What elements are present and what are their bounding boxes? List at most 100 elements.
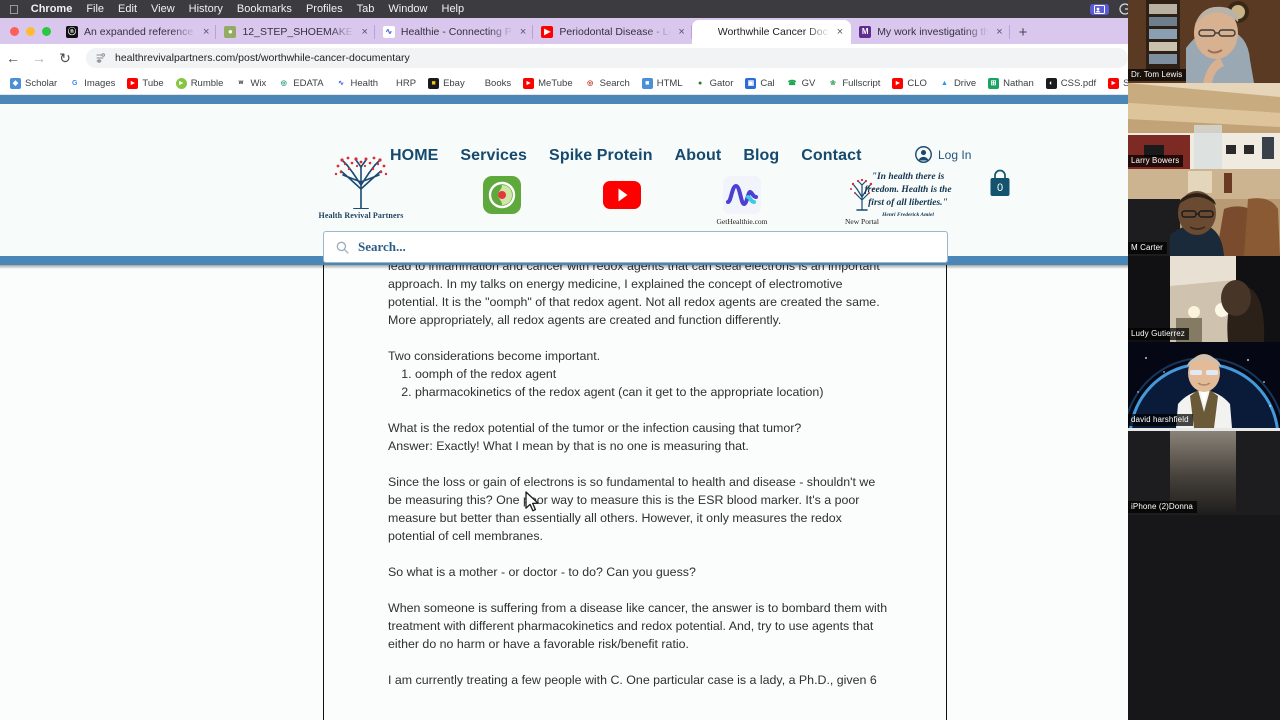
tab-list: ⓝ An expanded reference map × ● 12_STEP_…	[58, 20, 1027, 44]
edata-icon: ◎	[278, 77, 290, 89]
address-bar[interactable]: healthrevivalpartners.com/post/worthwhil…	[86, 48, 1128, 68]
video-tile-6[interactable]: iPhone (2)Donna	[1128, 428, 1280, 515]
bookmark-label: Cal	[760, 77, 775, 89]
bookmark-rumble[interactable]: ► Rumble	[175, 77, 223, 89]
youtube-icon: ►	[127, 77, 139, 89]
site-search-box[interactable]: Search...	[323, 231, 948, 263]
close-window-button[interactable]	[10, 27, 19, 36]
healthie-icon: ∿	[382, 26, 395, 38]
close-tab-icon[interactable]: ×	[361, 26, 367, 38]
bookmark-gv[interactable]: ☎ GV	[786, 77, 815, 89]
bookmark-wix[interactable]: w Wix	[235, 77, 266, 89]
bookmark-edata[interactable]: ◎ EDATA	[278, 77, 324, 89]
bookmark-label: Tube	[142, 77, 164, 89]
bookmark-html[interactable]: ■ HTML	[641, 77, 683, 89]
bookmark-hrp[interactable]: HRP	[396, 78, 416, 89]
sheets-icon: ⊞	[988, 77, 1000, 89]
article-paragraph-7: I am currently treating a few people wit…	[388, 673, 877, 687]
bookmark-clo[interactable]: ► CLO	[892, 77, 927, 89]
video-tile-5[interactable]: david harshfield	[1128, 342, 1280, 428]
video-tile-2[interactable]: Larry Bowers	[1128, 83, 1280, 169]
browser-tab-6[interactable]: M My work investigating the link ×	[851, 20, 1008, 44]
maximize-window-button[interactable]	[42, 27, 51, 36]
close-tab-icon[interactable]: ×	[837, 26, 843, 38]
bookmark-health[interactable]: ∿ Health	[335, 77, 378, 89]
menu-item-history[interactable]: History	[189, 3, 223, 15]
nav-item-blog[interactable]: Blog	[743, 147, 779, 165]
login-label: Log In	[938, 147, 972, 162]
close-tab-icon[interactable]: ×	[203, 26, 209, 38]
video-tile-4[interactable]: Ludy Gutierrez	[1128, 256, 1280, 342]
browser-tab-1[interactable]: ⓝ An expanded reference map ×	[58, 20, 215, 44]
bookmark-drive[interactable]: ▲ Drive	[938, 77, 976, 89]
browser-tab-5-active[interactable]: Worthwhile Cancer Documen ×	[691, 20, 852, 44]
bookmark-tube[interactable]: ► Tube	[127, 77, 164, 89]
menu-item-help[interactable]: Help	[442, 3, 465, 15]
screen-share-icon[interactable]	[1090, 3, 1109, 15]
rumble-icon: ►	[175, 77, 187, 89]
bookmarks-bar: ◆ Scholar G Images ► Tube ► Rumble w Wix ◎ EDA…	[0, 72, 1280, 95]
html-icon: ■	[641, 77, 653, 89]
gator-icon: ●	[694, 77, 706, 89]
forward-button[interactable]: →	[26, 50, 52, 66]
bookmark-label: HTML	[656, 77, 683, 89]
article-paragraph-4: Since the loss or gain of electrons is s…	[388, 475, 876, 543]
bookmark-css-pdf[interactable]: ◐ CSS.pdf	[1045, 77, 1096, 89]
bookmark-search[interactable]: ◎ Search	[584, 77, 630, 89]
close-tab-icon[interactable]: ×	[678, 26, 684, 38]
nav-item-services[interactable]: Services	[460, 147, 527, 165]
menu-item-view[interactable]: View	[151, 3, 175, 15]
site-settings-icon[interactable]	[96, 53, 107, 63]
shopping-bag-icon: 0	[990, 169, 1010, 196]
cart-button[interactable]: 0	[986, 169, 1014, 204]
mouse-cursor	[525, 491, 539, 512]
browser-tab-2[interactable]: ● 12_STEP_SHOEMAKER_PRO ×	[216, 20, 373, 44]
bookmark-nathan[interactable]: ⊞ Nathan	[988, 77, 1034, 89]
article-body-region: lead to inflammation and cancer with red…	[0, 259, 1128, 720]
bookmark-label: MeTube	[538, 77, 573, 89]
menu-item-profiles[interactable]: Profiles	[306, 3, 343, 15]
menu-item-bookmarks[interactable]: Bookmarks	[237, 3, 292, 15]
menu-item-edit[interactable]: Edit	[118, 3, 137, 15]
bookmark-ebay[interactable]: ■ Ebay	[428, 77, 465, 89]
bookmark-label: Ebay	[443, 77, 465, 89]
bookmark-label: Books	[484, 77, 512, 89]
gethealthie-badge[interactable]: GetHealthie.com	[710, 176, 774, 226]
globe-icon: ◐	[1045, 77, 1057, 89]
login-button[interactable]: Log In	[915, 146, 971, 163]
close-tab-icon[interactable]: ×	[520, 26, 526, 38]
minimize-window-button[interactable]	[26, 27, 35, 36]
bookmark-fullscript[interactable]: ❀ Fullscript	[827, 77, 880, 89]
content-left-rule	[323, 265, 324, 720]
video-tile-3[interactable]: M Carter	[1128, 169, 1280, 256]
reload-button[interactable]: ↻	[52, 50, 78, 67]
nav-item-contact[interactable]: Contact	[801, 147, 861, 165]
bookmark-books[interactable]: Books	[485, 78, 511, 89]
menu-item-tab[interactable]: Tab	[357, 3, 375, 15]
menu-item-window[interactable]: Window	[388, 3, 427, 15]
youtube-icon: ►	[1108, 77, 1120, 89]
bookmark-metube[interactable]: ► MeTube	[523, 77, 573, 89]
youtube-icon: ▶	[541, 26, 554, 38]
bookmark-scholar[interactable]: ◆ Scholar	[10, 77, 57, 89]
green-app-badge[interactable]	[470, 176, 534, 217]
nav-item-about[interactable]: About	[675, 147, 722, 165]
bookmark-cal[interactable]: ▣ Cal	[745, 77, 775, 89]
nav-item-spike-protein[interactable]: Spike Protein	[549, 147, 653, 165]
article-ordered-list: oomph of the redox agent pharmacokinetic…	[388, 365, 888, 401]
browser-tab-3[interactable]: ∿ Healthie - Connecting Provid ×	[375, 20, 532, 44]
bookmark-gator[interactable]: ● Gator	[694, 77, 733, 89]
close-tab-icon[interactable]: ×	[996, 26, 1002, 38]
back-button[interactable]: ←	[0, 50, 26, 66]
browser-tab-4[interactable]: ▶ Periodontal Disease - Learn a ×	[533, 20, 690, 44]
bookmark-images[interactable]: G Images	[69, 77, 115, 89]
menu-item-file[interactable]: File	[86, 3, 104, 15]
window-controls[interactable]	[10, 27, 51, 36]
nav-item-home[interactable]: HOME	[390, 147, 438, 165]
menu-item-chrome[interactable]: Chrome	[31, 3, 73, 15]
apple-logo-icon[interactable]: 	[9, 3, 19, 16]
video-tile-1[interactable]: Dr. Tom Lewis	[1128, 0, 1280, 83]
youtube-badge[interactable]	[590, 176, 654, 217]
new-tab-button[interactable]: +	[1019, 25, 1028, 40]
macos-menu-bar:  Chrome File Edit View History Bookmark…	[0, 0, 1280, 18]
